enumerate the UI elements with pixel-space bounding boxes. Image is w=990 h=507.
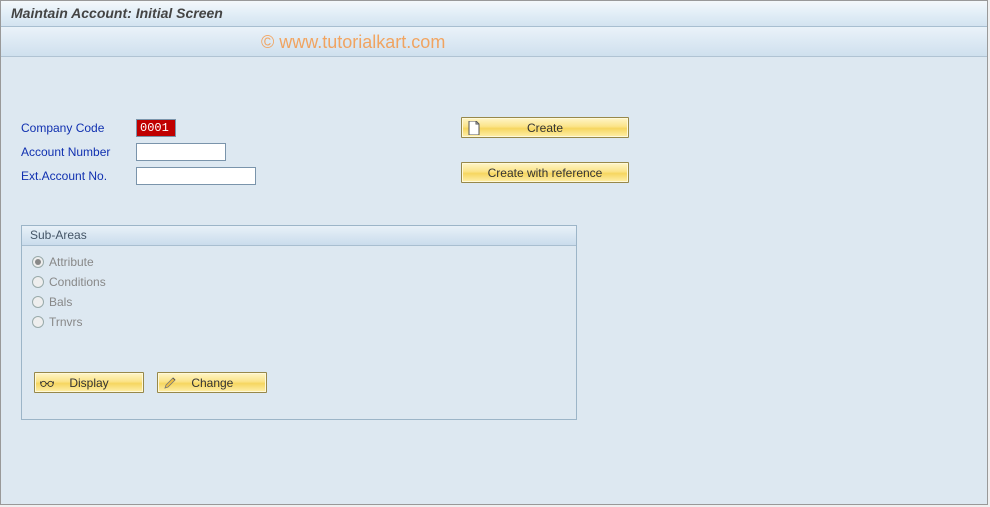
- sub-areas-panel: Sub-Areas Attribute Conditions Bals Trnv…: [21, 225, 577, 420]
- watermark-text: © www.tutorialkart.com: [261, 32, 445, 53]
- panel-body: Attribute Conditions Bals Trnvrs: [22, 246, 576, 419]
- label-account-number: Account Number: [21, 145, 136, 159]
- radio-conditions-label: Conditions: [49, 275, 106, 289]
- panel-title: Sub-Areas: [22, 226, 576, 246]
- field-row-company-code: Company Code: [21, 117, 281, 139]
- label-company-code: Company Code: [21, 121, 136, 135]
- glasses-icon: [40, 378, 54, 388]
- radio-bals-label: Bals: [49, 295, 72, 309]
- radio-icon: [32, 296, 44, 308]
- document-icon: [467, 121, 481, 135]
- create-button-label: Create: [462, 121, 628, 135]
- radio-conditions[interactable]: Conditions: [32, 272, 566, 292]
- pencil-icon: [163, 376, 177, 390]
- input-account-number[interactable]: [136, 143, 226, 161]
- radio-icon: [32, 256, 44, 268]
- input-company-code[interactable]: [136, 119, 176, 137]
- radio-trnvrs[interactable]: Trnvrs: [32, 312, 566, 332]
- create-button[interactable]: Create: [461, 117, 629, 138]
- display-button[interactable]: Display: [34, 372, 144, 393]
- buttons-column: Create Create with reference: [461, 117, 641, 207]
- input-ext-account[interactable]: [136, 167, 256, 185]
- field-row-ext-account: Ext.Account No.: [21, 165, 281, 187]
- title-bar: Maintain Account: Initial Screen: [1, 1, 987, 27]
- toolbar-strip: © www.tutorialkart.com: [1, 27, 987, 57]
- fields-column: Company Code Account Number Ext.Account …: [21, 117, 281, 189]
- radio-icon: [32, 316, 44, 328]
- change-button[interactable]: Change: [157, 372, 267, 393]
- radio-bals[interactable]: Bals: [32, 292, 566, 312]
- radio-attribute[interactable]: Attribute: [32, 252, 566, 272]
- field-row-account-number: Account Number: [21, 141, 281, 163]
- create-ref-button-label: Create with reference: [462, 166, 628, 180]
- create-with-reference-button[interactable]: Create with reference: [461, 162, 629, 183]
- panel-buttons-row: Display Change: [32, 372, 566, 401]
- content-area: Company Code Account Number Ext.Account …: [1, 57, 987, 440]
- radio-attribute-label: Attribute: [49, 255, 94, 269]
- form-area: Company Code Account Number Ext.Account …: [21, 117, 967, 207]
- app-window: Maintain Account: Initial Screen © www.t…: [0, 0, 988, 505]
- label-ext-account: Ext.Account No.: [21, 169, 136, 183]
- radio-icon: [32, 276, 44, 288]
- radio-trnvrs-label: Trnvrs: [49, 315, 83, 329]
- page-title: Maintain Account: Initial Screen: [11, 5, 223, 21]
